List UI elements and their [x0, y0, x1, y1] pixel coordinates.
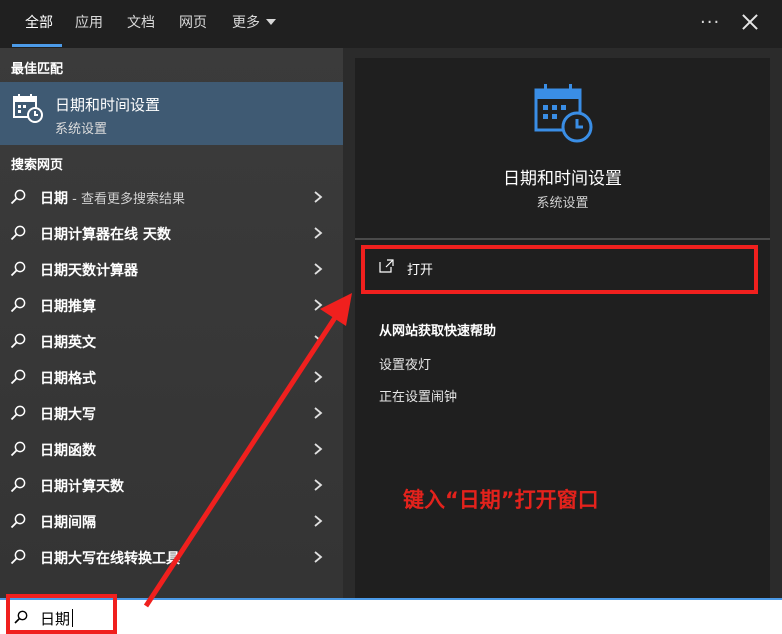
annotation-arrow: [143, 293, 352, 608]
annotation-text: 键入“日期”打开窗口: [403, 488, 599, 512]
